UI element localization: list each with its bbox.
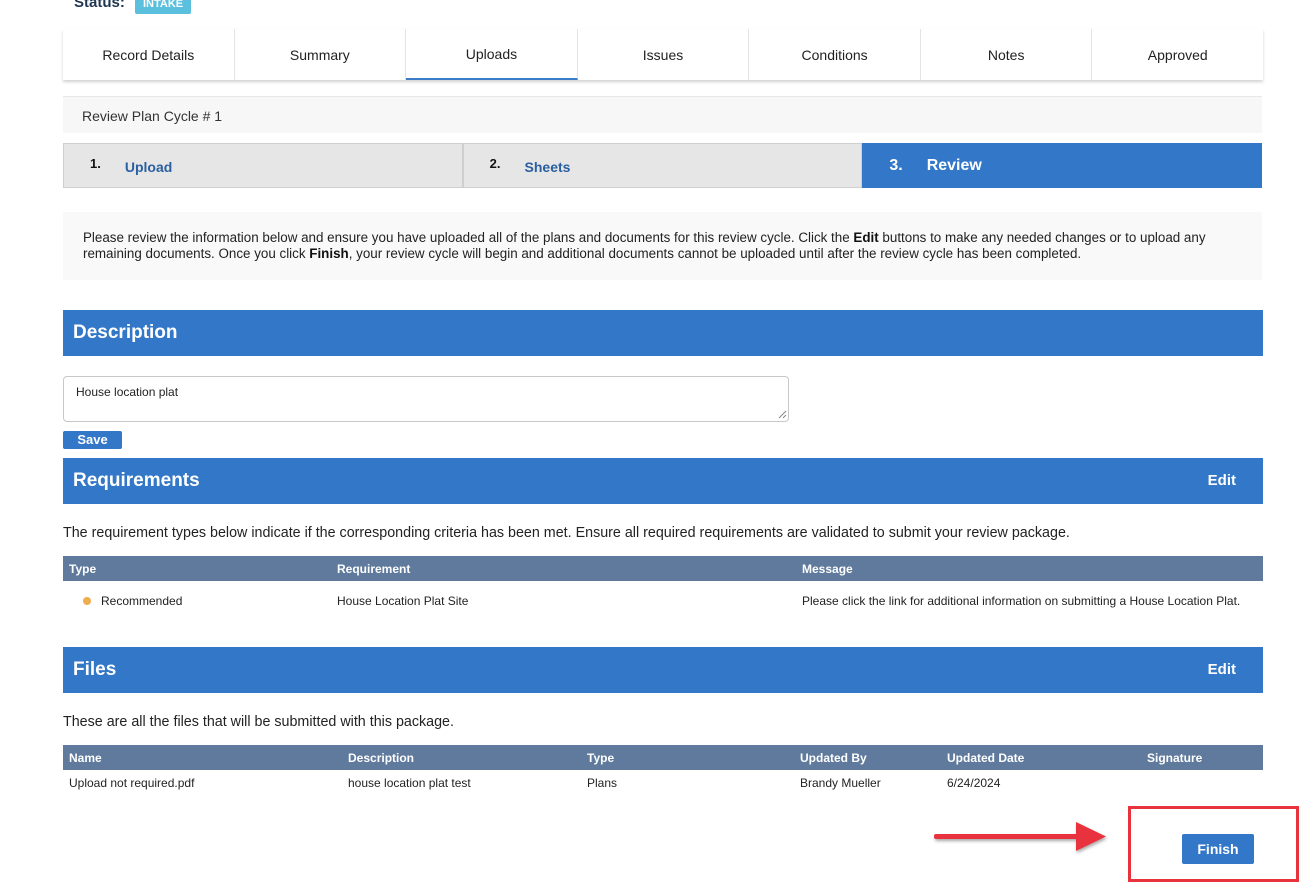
step-label[interactable]: Upload — [125, 159, 172, 175]
instruction-bold-edit: Edit — [853, 230, 879, 245]
record-tabs: Record Details Summary Uploads Issues Co… — [63, 29, 1263, 80]
save-button[interactable]: Save — [63, 431, 122, 449]
step-label[interactable]: Sheets — [525, 159, 571, 175]
wizard-steps: 1. Upload 2. Sheets 3. Review — [63, 143, 1263, 188]
tab-summary[interactable]: Summary — [235, 29, 407, 80]
column-header: Type — [581, 745, 794, 770]
file-updated-date: 6/24/2024 — [947, 776, 1001, 790]
requirement-name: House Location Plat Site — [337, 594, 469, 608]
column-header: Description — [342, 745, 581, 770]
file-type: Plans — [587, 776, 618, 790]
status-badge: INTAKE — [135, 0, 192, 14]
table-row: Recommended House Location Plat Site Ple… — [63, 581, 1263, 621]
instruction-bold-finish: Finish — [309, 246, 349, 261]
resize-grip-icon[interactable] — [778, 410, 787, 419]
files-table: Name Description Type Updated By Updated… — [63, 745, 1263, 796]
files-title: Files — [73, 659, 117, 680]
file-name: Upload not required.pdf — [69, 776, 195, 790]
step-sheets[interactable]: 2. Sheets — [462, 143, 863, 188]
table-row: Upload not required.pdf house location p… — [63, 770, 1263, 796]
tab-conditions[interactable]: Conditions — [749, 29, 921, 80]
requirement-type-cell: Recommended — [63, 581, 331, 621]
tab-issues[interactable]: Issues — [578, 29, 750, 80]
instruction-text: Please review the information below and … — [83, 230, 854, 245]
step-number: 2. — [489, 156, 501, 171]
requirements-note: The requirement types below indicate if … — [63, 525, 1070, 541]
instruction-text: , your review cycle will begin and addit… — [348, 246, 1082, 261]
table-header-row: Type Requirement Message — [63, 556, 1263, 581]
step-upload[interactable]: 1. Upload — [63, 143, 463, 188]
status-label: Status: — [74, 0, 125, 11]
requirements-header: Requirements Edit — [63, 458, 1263, 504]
requirements-table: Type Requirement Message Recommended Hou… — [63, 556, 1263, 621]
column-header: Message — [796, 556, 1263, 581]
column-header: Name — [63, 745, 342, 770]
description-header: Description — [63, 310, 1263, 356]
tab-record-details[interactable]: Record Details — [63, 29, 235, 80]
file-signature — [1141, 770, 1263, 796]
file-updated-by: Brandy Mueller — [800, 776, 881, 790]
status-dot-icon — [83, 597, 91, 605]
requirement-type: Recommended — [101, 594, 183, 608]
description-title: Description — [73, 322, 178, 343]
files-edit-button[interactable]: Edit — [1208, 661, 1236, 678]
column-header: Type — [63, 556, 331, 581]
column-header: Signature — [1141, 745, 1263, 770]
column-header: Updated By — [794, 745, 941, 770]
requirements-edit-button[interactable]: Edit — [1208, 472, 1236, 489]
files-header: Files Edit — [63, 647, 1263, 693]
files-note: These are all the files that will be sub… — [63, 714, 454, 730]
tab-notes[interactable]: Notes — [921, 29, 1093, 80]
tab-approved[interactable]: Approved — [1092, 29, 1263, 80]
step-review: 3. Review — [862, 143, 1263, 188]
step-number: 1. — [90, 156, 101, 171]
finish-button[interactable]: Finish — [1182, 834, 1254, 864]
column-header: Requirement — [331, 556, 796, 581]
status-strip: Status: INTAKE — [63, 0, 1263, 28]
step-label: Review — [926, 156, 982, 174]
file-description: house location plat test — [348, 776, 471, 790]
review-instructions: Please review the information below and … — [63, 212, 1262, 280]
table-header-row: Name Description Type Updated By Updated… — [63, 745, 1263, 770]
description-input[interactable]: House location plat — [63, 376, 789, 422]
requirement-message: Please click the link for additional inf… — [802, 594, 1241, 608]
red-arrow-icon — [934, 822, 1106, 851]
tab-uploads[interactable]: Uploads — [406, 29, 578, 80]
step-number: 3. — [889, 156, 903, 174]
requirements-title: Requirements — [73, 470, 200, 491]
column-header: Updated Date — [941, 745, 1141, 770]
review-cycle-title: Review Plan Cycle # 1 — [63, 96, 1262, 133]
